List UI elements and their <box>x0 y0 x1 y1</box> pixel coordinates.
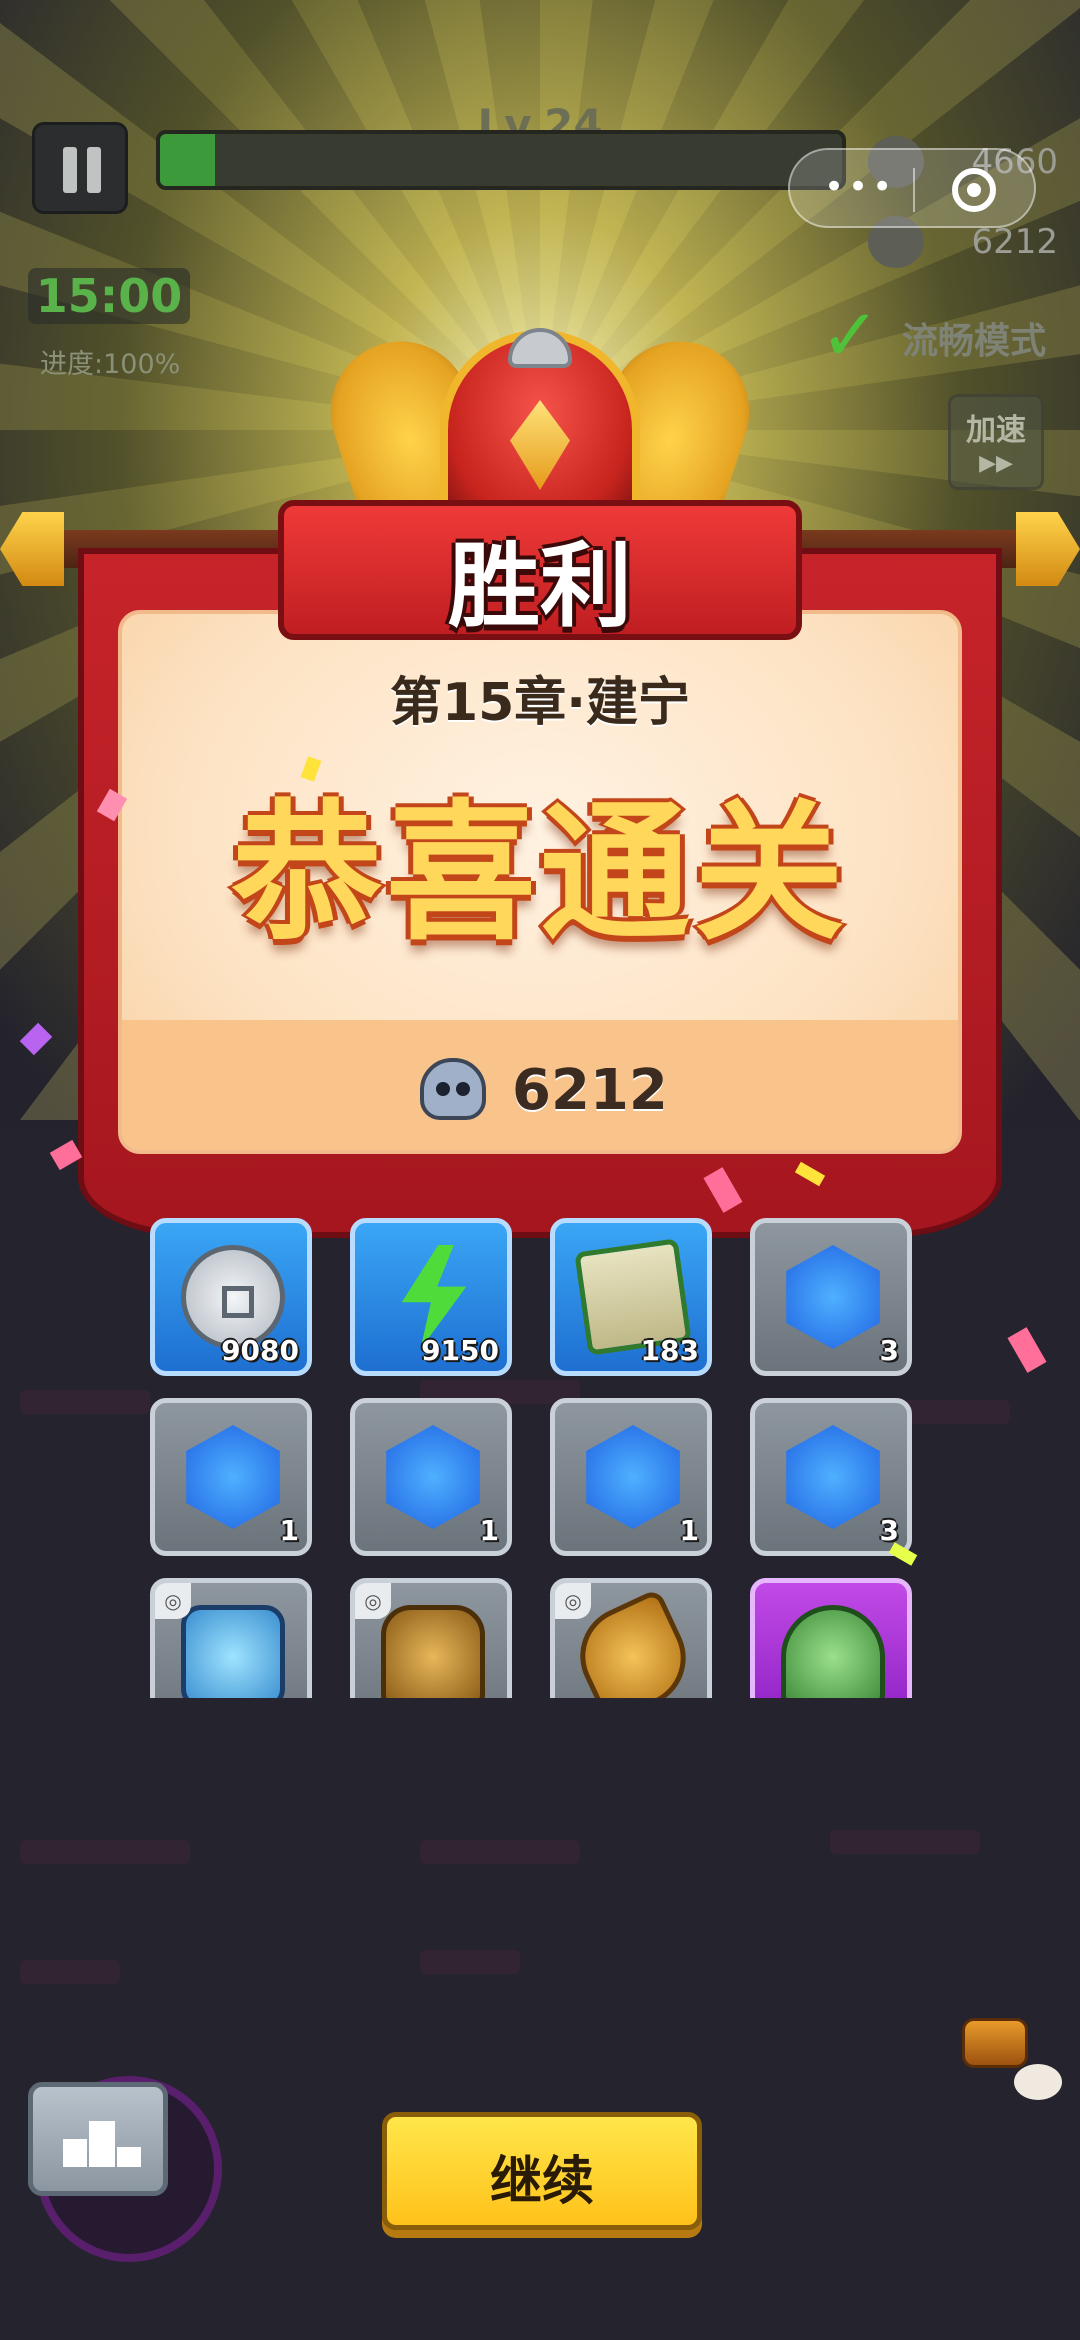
glove-gem-icon <box>586 1425 680 1529</box>
background-enemy-label <box>20 1840 190 1864</box>
background-enemy-label <box>420 1950 520 1974</box>
reward-item[interactable]: 3 <box>750 1218 912 1376</box>
xp-progress-bar <box>156 130 846 190</box>
background-enemy-label <box>20 1390 150 1414</box>
reward-count: 1 <box>479 1514 499 1547</box>
reward-count: 183 <box>640 1334 699 1367</box>
reward-count: 3 <box>879 1514 899 1547</box>
skull-icon <box>420 1058 486 1120</box>
armor-gem-icon <box>786 1245 880 1349</box>
reward-item[interactable]: 183 <box>550 1218 712 1376</box>
reward-count: 3 <box>879 1334 899 1367</box>
boots-gem-icon <box>386 1425 480 1529</box>
reward-item[interactable]: 9080 <box>150 1218 312 1376</box>
equipment-type-icon: ◎ <box>355 1583 391 1619</box>
background-enemy-label <box>830 1830 980 1854</box>
fast-forward-icon: ▶▶ <box>979 451 1013 476</box>
close-miniprogram-icon[interactable] <box>952 168 996 212</box>
treasure-chest-icon[interactable] <box>962 2018 1028 2068</box>
equipment-type-icon: ◎ <box>155 1583 191 1619</box>
jade-turtle-seal-icon <box>781 1605 885 1709</box>
checkmark-icon[interactable]: ✓ <box>820 299 896 371</box>
stage-clear-text: 恭喜通关 <box>231 787 848 961</box>
chapter-name: 第15章·建宁 <box>389 673 691 733</box>
smooth-mode-label[interactable]: 流畅模式 <box>902 312 1046 364</box>
stage-progress: 进度:100% <box>40 349 181 380</box>
helmet-gem-icon <box>786 1425 880 1529</box>
pause-icon <box>63 147 77 193</box>
victory-title: 胜利 <box>447 533 632 640</box>
reward-item[interactable]: 9150 <box>350 1218 512 1376</box>
continue-button[interactable]: 继续 <box>382 2112 702 2230</box>
game-timer: 15:00 <box>28 268 190 324</box>
more-options-icon[interactable]: ••• <box>824 170 896 204</box>
equipment-type-icon: ◎ <box>555 1583 591 1619</box>
armor-icon <box>381 1605 485 1709</box>
reward-count: 9150 <box>421 1334 499 1367</box>
reward-count: 9080 <box>221 1334 299 1367</box>
xp-progress-fill <box>160 134 215 186</box>
pause-button[interactable] <box>32 122 128 214</box>
reward-item[interactable]: 1 <box>550 1398 712 1556</box>
reward-item[interactable]: 1 <box>350 1398 512 1556</box>
reward-item[interactable]: 3 <box>750 1398 912 1556</box>
result-kill-count: 6212 <box>420 1054 680 1126</box>
reward-count: 1 <box>279 1514 299 1547</box>
miniprogram-capsule: ••• <box>788 148 1036 228</box>
ranking-button[interactable] <box>28 2082 168 2196</box>
background-enemy-label <box>20 1960 120 1984</box>
speed-up-button[interactable]: 加速 ▶▶ <box>948 394 1044 490</box>
bun-icon <box>1014 2064 1062 2100</box>
background-enemy-label <box>420 1840 580 1864</box>
necklace-gem-icon <box>186 1425 280 1529</box>
podium-icon <box>89 2121 115 2167</box>
title-ribbon: 胜利 <box>278 500 802 640</box>
amulet-icon <box>181 1605 285 1709</box>
reward-count: 1 <box>679 1514 699 1547</box>
reward-item[interactable]: 1 <box>150 1398 312 1556</box>
